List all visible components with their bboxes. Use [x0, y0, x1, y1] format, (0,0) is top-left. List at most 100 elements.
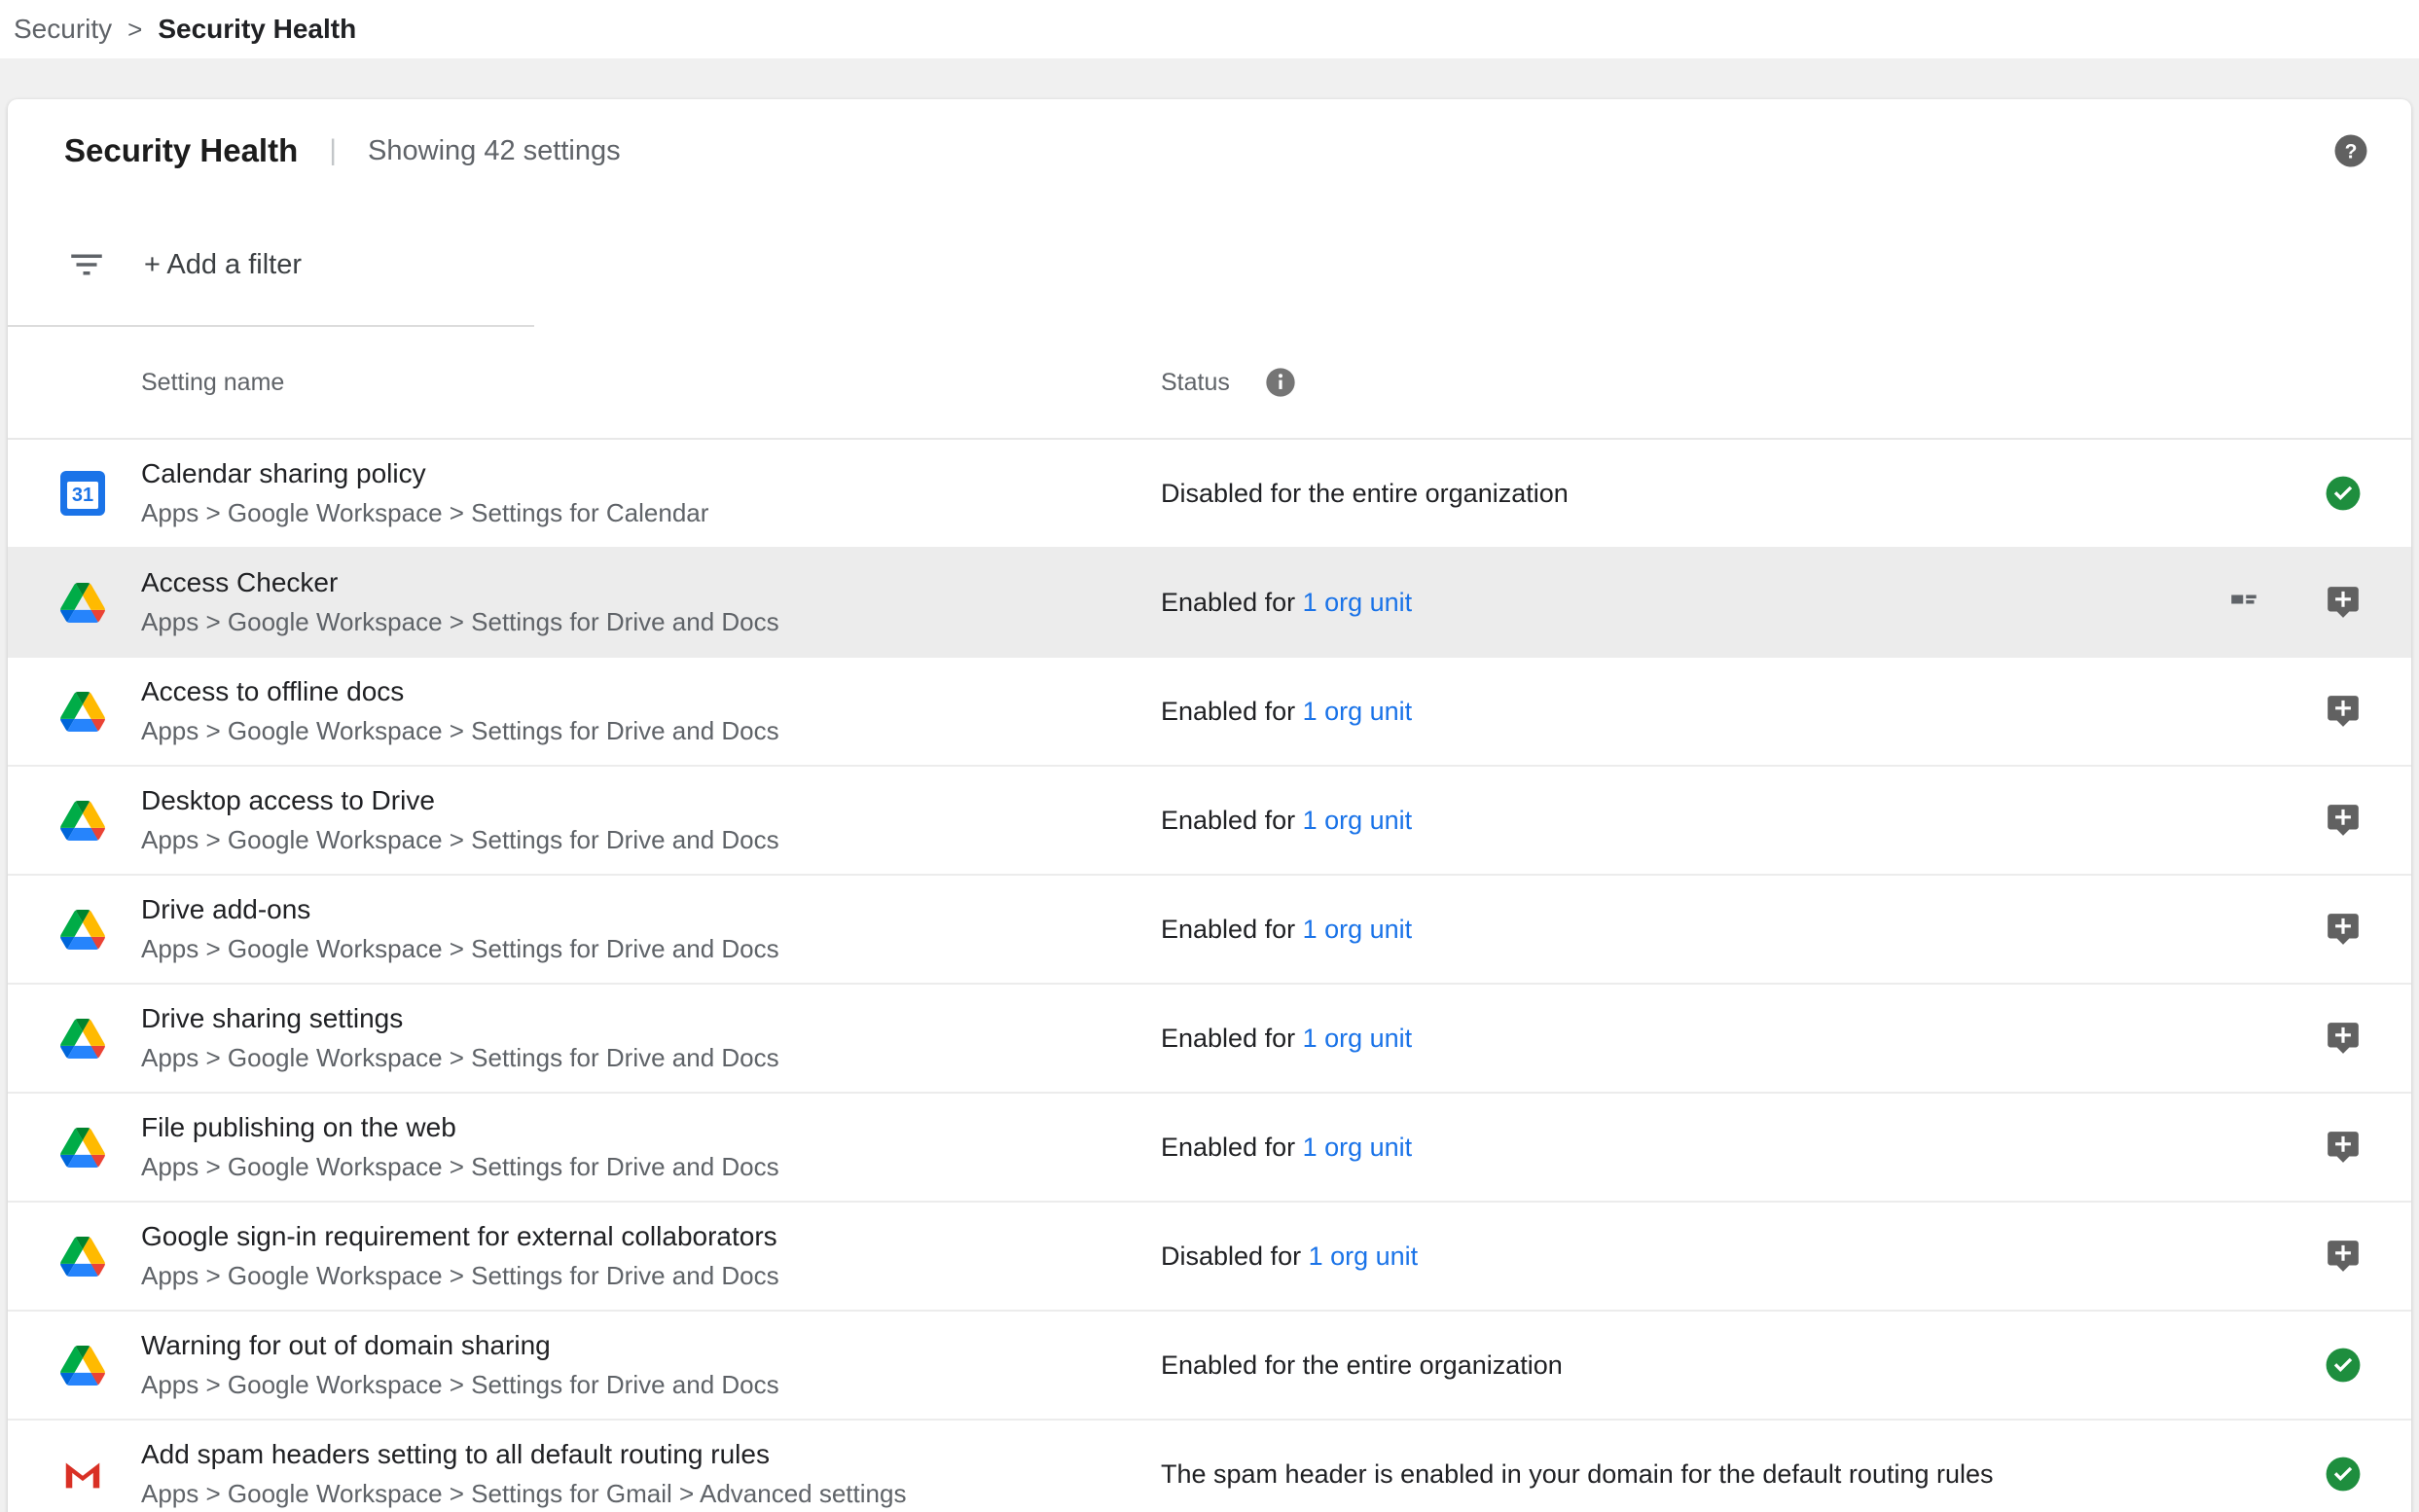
extra-icon-slot	[2177, 1348, 2310, 1383]
app-icon-cell: 31	[60, 1346, 141, 1386]
status-text: Disabled for	[1161, 1242, 1309, 1271]
setting-name: Drive sharing settings	[141, 1003, 1161, 1034]
status-text: Enabled for	[1161, 588, 1303, 617]
drive-icon	[60, 583, 105, 623]
org-unit-link[interactable]: 1 org unit	[1303, 915, 1413, 944]
setting-cell: Add spam headers setting to all default …	[141, 1439, 1161, 1509]
setting-path: Apps > Google Workspace > Settings for D…	[141, 1370, 1161, 1400]
setting-path: Apps > Google Workspace > Settings for C…	[141, 498, 1161, 528]
setting-path: Apps > Google Workspace > Settings for D…	[141, 1152, 1161, 1182]
breadcrumb-separator-icon: >	[127, 15, 142, 45]
app-icon-cell: 31	[60, 471, 141, 516]
flag-badge-icon[interactable]	[2325, 693, 2362, 730]
table-row[interactable]: 31 File publishing on the web Apps > Goo…	[8, 1094, 2411, 1203]
setting-name: Calendar sharing policy	[141, 458, 1161, 489]
extra-icon-slot	[2177, 1239, 2310, 1274]
flag-badge-icon[interactable]	[2325, 1129, 2362, 1166]
table-row[interactable]: 31 Calendar sharing policy Apps > Google…	[8, 440, 2411, 549]
extra-icon-slot	[2177, 585, 2310, 620]
flag-badge-icon[interactable]	[2325, 1238, 2362, 1275]
status-cell: Enabled for 1 org unit	[1161, 1024, 2177, 1054]
drive-icon	[60, 1128, 105, 1168]
gmail-icon	[60, 1452, 105, 1496]
status-text: The spam header is enabled in your domai…	[1161, 1459, 1994, 1489]
setting-name: Access Checker	[141, 567, 1161, 598]
setting-path: Apps > Google Workspace > Settings for G…	[141, 1479, 1161, 1509]
extra-icon-slot	[2177, 1021, 2310, 1056]
drive-icon	[60, 801, 105, 841]
drive-icon	[60, 692, 105, 732]
table-row[interactable]: 31 Access to offline docs Apps > Google …	[8, 658, 2411, 767]
filter-list-icon[interactable]	[66, 244, 107, 285]
trailing-icon-slot	[2310, 1456, 2376, 1493]
setting-cell: Access Checker Apps > Google Workspace >…	[141, 567, 1161, 637]
setting-path: Apps > Google Workspace > Settings for D…	[141, 1043, 1161, 1073]
app-icon-cell: 31	[60, 1237, 141, 1277]
trailing-icon-slot	[2310, 1238, 2376, 1275]
org-unit-link[interactable]: 1 org unit	[1303, 1024, 1413, 1053]
card-header: Security Health | Showing 42 settings ?	[8, 99, 2411, 202]
breadcrumb-security-link[interactable]: Security	[14, 14, 112, 45]
table-header: Setting name Status	[8, 327, 2411, 440]
trailing-icon-slot	[2310, 475, 2376, 512]
setting-path: Apps > Google Workspace > Settings for D…	[141, 716, 1161, 746]
setting-cell: Google sign-in requirement for external …	[141, 1221, 1161, 1291]
setting-path: Apps > Google Workspace > Settings for D…	[141, 1261, 1161, 1291]
app-icon-cell: 31	[60, 801, 141, 841]
table-row[interactable]: 31 Google sign-in requirement for extern…	[8, 1203, 2411, 1312]
org-unit-link[interactable]: 1 org unit	[1303, 806, 1413, 835]
app-icon-cell: 31	[60, 1128, 141, 1168]
page-title: Security Health	[64, 132, 298, 169]
drive-icon	[60, 910, 105, 950]
status-cell: Enabled for 1 org unit	[1161, 697, 2177, 727]
check-circle-icon	[2325, 475, 2362, 512]
column-setting-name: Setting name	[141, 369, 1161, 397]
status-text: Disabled for the entire organization	[1161, 479, 1569, 508]
status-cell: Enabled for the entire organization	[1161, 1350, 2177, 1381]
security-health-card: Security Health | Showing 42 settings ? …	[8, 99, 2411, 1512]
settings-count-label: Showing 42 settings	[368, 135, 621, 167]
table-row[interactable]: 31 Drive sharing settings Apps > Google …	[8, 985, 2411, 1094]
breadcrumb-current-page: Security Health	[158, 14, 356, 45]
help-icon[interactable]: ?	[2333, 133, 2368, 168]
org-unit-link[interactable]: 1 org unit	[1303, 697, 1413, 726]
setting-name: Add spam headers setting to all default …	[141, 1439, 1161, 1470]
table-row[interactable]: 31 Drive add-ons Apps > Google Workspace…	[8, 876, 2411, 985]
setting-name: File publishing on the web	[141, 1112, 1161, 1143]
status-text: Enabled for	[1161, 1133, 1303, 1162]
flag-badge-icon[interactable]	[2325, 802, 2362, 839]
status-text: Enabled for	[1161, 697, 1303, 726]
setting-name: Drive add-ons	[141, 894, 1161, 925]
status-cell: Enabled for 1 org unit	[1161, 588, 2177, 618]
setting-name: Warning for out of domain sharing	[141, 1330, 1161, 1361]
status-cell: Enabled for 1 org unit	[1161, 1133, 2177, 1163]
org-unit-link[interactable]: 1 org unit	[1309, 1242, 1419, 1271]
flag-badge-icon[interactable]	[2325, 1020, 2362, 1057]
table-row[interactable]: 31 Add spam headers setting to all defau…	[8, 1421, 2411, 1512]
org-unit-link[interactable]: 1 org unit	[1303, 1133, 1413, 1162]
setting-name: Google sign-in requirement for external …	[141, 1221, 1161, 1252]
setting-cell: Desktop access to Drive Apps > Google Wo…	[141, 785, 1161, 855]
drive-icon	[60, 1019, 105, 1059]
table-row[interactable]: 31 Access Checker Apps > Google Workspac…	[8, 549, 2411, 658]
flag-badge-icon[interactable]	[2325, 584, 2362, 621]
flag-badge-icon[interactable]	[2325, 911, 2362, 948]
setting-cell: File publishing on the web Apps > Google…	[141, 1112, 1161, 1182]
status-text: Enabled for	[1161, 915, 1303, 944]
info-icon[interactable]	[1265, 367, 1296, 398]
breadcrumb: Security > Security Health	[0, 0, 2419, 58]
setting-cell: Warning for out of domain sharing Apps >…	[141, 1330, 1161, 1400]
trailing-icon-slot	[2310, 584, 2376, 621]
table-row[interactable]: 31 Warning for out of domain sharing App…	[8, 1312, 2411, 1421]
table-row[interactable]: 31 Desktop access to Drive Apps > Google…	[8, 767, 2411, 876]
app-icon-cell: 31	[60, 583, 141, 623]
extra-icon-slot	[2177, 1457, 2310, 1492]
drive-icon	[60, 1346, 105, 1386]
settings-table-body: 31 Calendar sharing policy Apps > Google…	[8, 440, 2411, 1512]
add-filter-button[interactable]: + Add a filter	[144, 249, 302, 281]
status-cell: Enabled for 1 org unit	[1161, 915, 2177, 945]
setting-cell: Drive sharing settings Apps > Google Wor…	[141, 1003, 1161, 1073]
app-icon-cell: 31	[60, 1452, 141, 1496]
org-unit-link[interactable]: 1 org unit	[1303, 588, 1413, 617]
filter-bar: + Add a filter	[8, 202, 2411, 327]
